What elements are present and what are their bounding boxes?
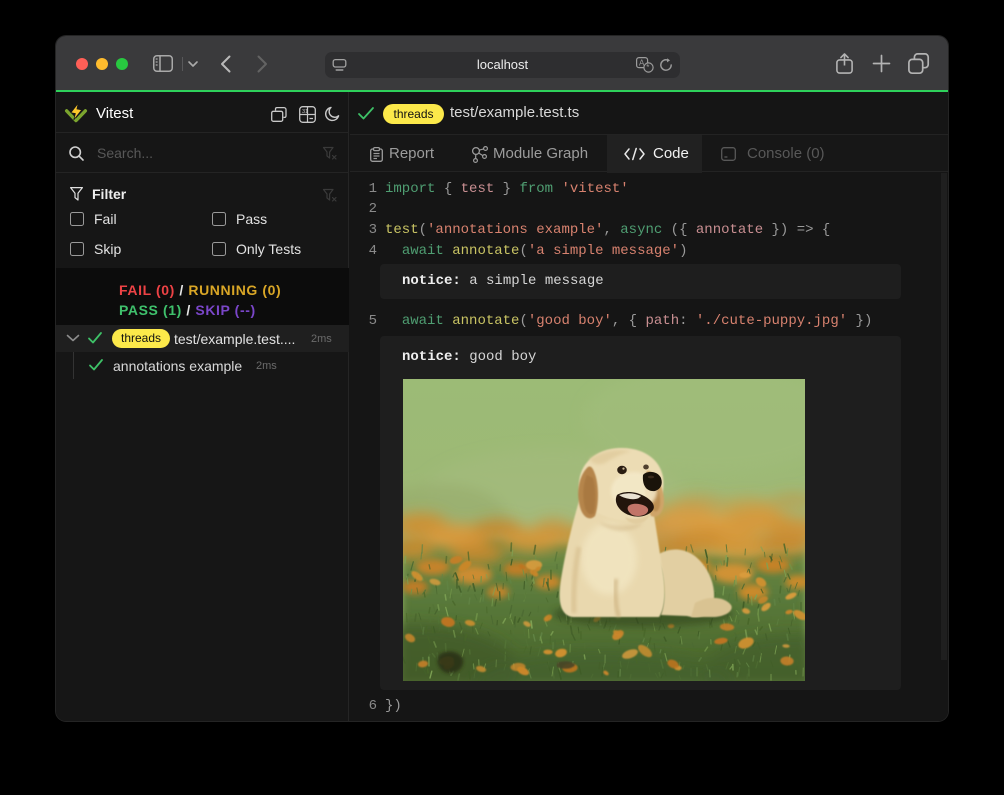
svg-text:*: * [646, 63, 649, 72]
svg-text:31: 31 [302, 109, 308, 115]
